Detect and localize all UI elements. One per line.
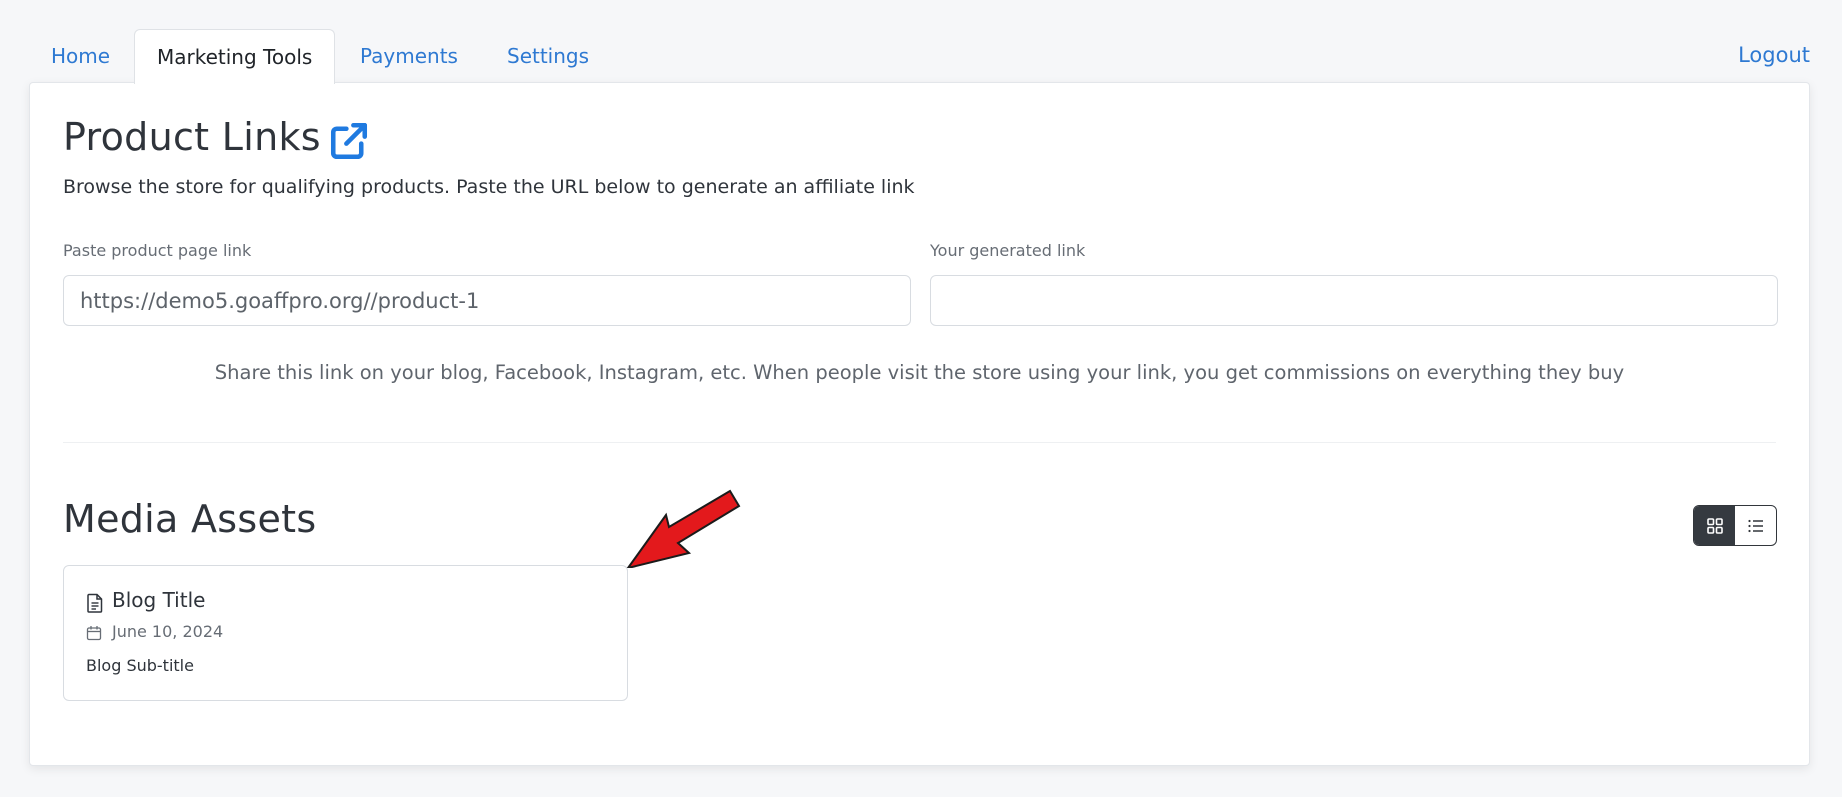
media-assets-title: Media Assets	[63, 497, 317, 541]
asset-subtitle: Blog Sub-title	[86, 656, 194, 675]
external-link-icon[interactable]	[328, 120, 370, 162]
view-mode-toggle	[1693, 505, 1777, 546]
product-url-input[interactable]	[63, 275, 911, 326]
section-divider	[63, 442, 1776, 443]
grid-icon	[1706, 517, 1723, 534]
list-view-button[interactable]	[1735, 506, 1776, 545]
paste-link-label: Paste product page link	[63, 241, 252, 260]
media-asset-card[interactable]: Blog Title June 10, 2024 Blog Sub-title	[63, 565, 628, 701]
generated-link-label: Your generated link	[930, 241, 1086, 260]
generated-link-field[interactable]	[930, 275, 1778, 326]
product-links-title: Product Links	[63, 115, 321, 159]
grid-view-button[interactable]	[1694, 506, 1735, 545]
asset-date: June 10, 2024	[112, 622, 224, 641]
tab-marketing-tools[interactable]: Marketing Tools	[134, 29, 336, 84]
marketing-tools-panel: Product Links Browse the store for quali…	[29, 82, 1810, 766]
document-icon	[87, 593, 103, 613]
tab-settings[interactable]: Settings	[507, 29, 589, 83]
list-icon	[1747, 519, 1763, 532]
main-nav: Home Marketing Tools Payments Settings L…	[29, 29, 1810, 84]
calendar-icon	[86, 626, 102, 641]
annotation-arrow-icon	[626, 489, 741, 568]
asset-title: Blog Title	[112, 588, 206, 612]
share-help-text: Share this link on your blog, Facebook, …	[214, 361, 1625, 384]
tab-payments[interactable]: Payments	[360, 29, 458, 83]
product-links-description: Browse the store for qualifying products…	[63, 176, 915, 198]
tab-home[interactable]: Home	[51, 29, 110, 83]
logout-link[interactable]: Logout	[1738, 29, 1810, 81]
